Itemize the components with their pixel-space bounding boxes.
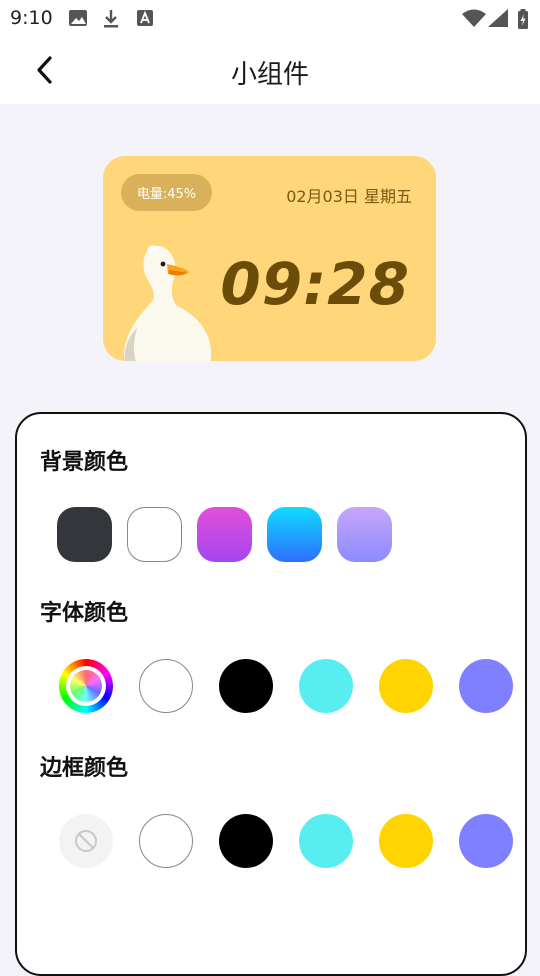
border-swatch-cyan[interactable] bbox=[299, 814, 353, 868]
bg-swatch-lavender-gradient[interactable] bbox=[337, 507, 392, 562]
section-title-background: 背景颜色 bbox=[40, 450, 129, 475]
font-swatch-yellow[interactable] bbox=[379, 659, 433, 713]
bg-swatch-blue-gradient[interactable] bbox=[267, 507, 322, 562]
section-title-border: 边框颜色 bbox=[40, 756, 129, 781]
app-a-icon bbox=[137, 10, 153, 26]
font-swatch-white[interactable] bbox=[139, 659, 193, 713]
wifi-icon bbox=[462, 9, 486, 27]
battery-icon bbox=[518, 9, 528, 29]
signal-icon bbox=[488, 9, 508, 27]
page-title: 小组件 bbox=[230, 60, 309, 90]
settings-panel: 背景颜色 字体颜色 边框颜色 bbox=[15, 412, 527, 976]
border-swatch-white[interactable] bbox=[139, 814, 193, 868]
battery-badge: 电量:45% bbox=[121, 174, 212, 211]
image-icon bbox=[69, 10, 87, 26]
section-title-font: 字体颜色 bbox=[40, 601, 129, 626]
widget-preview: 电量:45% 02月03日 星期五 09:28 bbox=[103, 156, 436, 361]
border-swatch-black[interactable] bbox=[219, 814, 273, 868]
border-swatch-periwinkle[interactable] bbox=[459, 814, 513, 868]
font-swatch-periwinkle[interactable] bbox=[459, 659, 513, 713]
no-border-icon bbox=[75, 830, 97, 852]
border-none-button[interactable] bbox=[59, 814, 113, 868]
download-icon bbox=[104, 10, 118, 28]
status-time: 9:10 bbox=[10, 7, 53, 29]
widget-date: 02月03日 星期五 bbox=[286, 187, 412, 206]
font-color-picker-icon[interactable] bbox=[59, 659, 113, 713]
app-header: 小组件 bbox=[0, 36, 540, 104]
status-bar: 9:10 bbox=[0, 0, 540, 36]
border-swatch-yellow[interactable] bbox=[379, 814, 433, 868]
bg-swatch-dark[interactable] bbox=[57, 507, 112, 562]
duck-illustration bbox=[124, 245, 212, 361]
font-swatch-black[interactable] bbox=[219, 659, 273, 713]
bg-swatch-white[interactable] bbox=[127, 507, 182, 562]
font-swatch-cyan[interactable] bbox=[299, 659, 353, 713]
widget-time: 09:28 bbox=[220, 250, 410, 318]
bg-swatch-purple-gradient[interactable] bbox=[197, 507, 252, 562]
